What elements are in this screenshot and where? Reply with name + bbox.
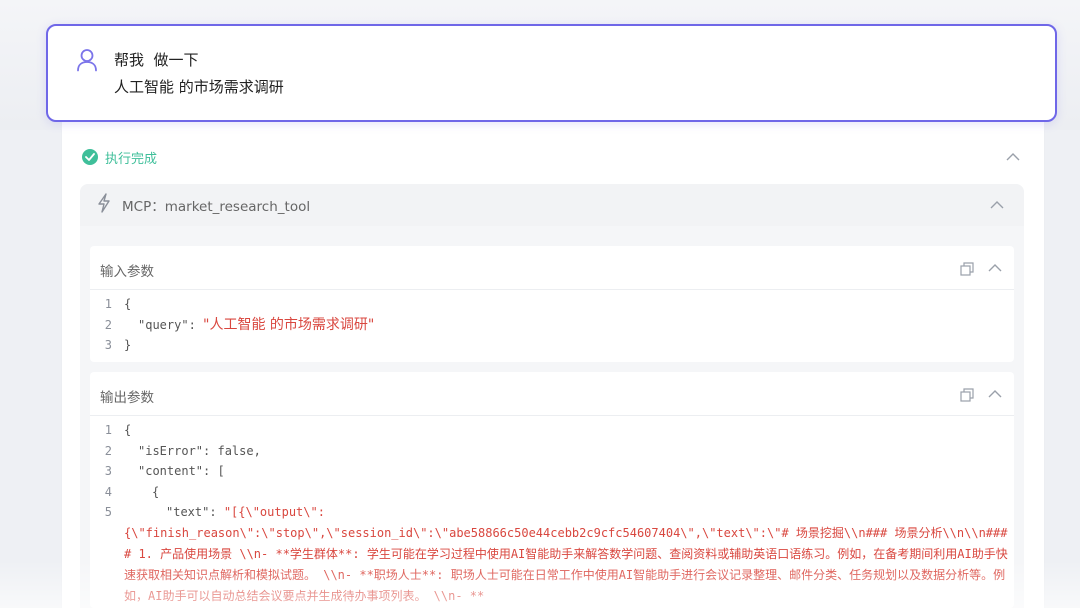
code-line: 1 {: [90, 294, 1014, 314]
json-key: "query": [138, 317, 189, 332]
code-line: 1 {: [90, 420, 1014, 440]
json-separator: :: [203, 464, 218, 478]
json-key: "content": [138, 464, 204, 478]
execution-status-row[interactable]: 执行完成: [80, 146, 1026, 170]
input-params-header[interactable]: 输入参数: [90, 246, 1014, 290]
chevron-up-icon[interactable]: [990, 200, 1004, 210]
line-number: 3: [104, 464, 112, 478]
line-number: 3: [104, 338, 112, 352]
prompt-text-line-2: 人工智能 的市场需求调研: [114, 78, 284, 96]
code-line: 2 "query": "人工智能 的市场需求调研": [90, 315, 1014, 335]
json-string-value: "人工智能 的市场需求调研": [203, 316, 375, 333]
line-number: 2: [104, 443, 112, 458]
user-icon: [77, 49, 97, 72]
json-value: false,: [217, 443, 261, 458]
line-number: 4: [104, 484, 112, 499]
code-text: "content": [: [138, 461, 225, 482]
code-text: "text": "[{\"output\":: [166, 502, 325, 523]
chevron-up-icon[interactable]: [988, 263, 1002, 273]
user-prompt-card[interactable]: 帮我 做一下 人工智能 的市场需求调研: [46, 24, 1057, 122]
output-params-section: 输出参数 1 { 2 "isError": false, 3 "content"…: [90, 372, 1014, 608]
tool-title: MCP：market_research_tool: [122, 199, 311, 215]
json-separator: :: [188, 317, 204, 332]
code-text: {: [124, 423, 132, 437]
tool-call-header[interactable]: MCP：market_research_tool: [80, 184, 1024, 226]
code-text: "isError": false,: [138, 441, 261, 462]
code-line: 4 {: [90, 482, 1014, 502]
json-value: [: [217, 464, 225, 478]
line-number: 1: [104, 423, 112, 437]
json-key: "text": [166, 505, 210, 519]
prompt-text-line-1: 帮我 做一下: [114, 51, 199, 69]
code-line: 3 }: [90, 335, 1014, 355]
line-number: 5: [104, 505, 112, 519]
code-text: {: [152, 484, 160, 499]
code-text: {: [124, 297, 132, 311]
copy-icon[interactable]: [960, 388, 974, 402]
check-circle-icon: [82, 149, 98, 165]
code-line: 2 "isError": false,: [90, 441, 1014, 461]
chevron-up-icon[interactable]: [1006, 152, 1020, 162]
code-line: 3 "content": [: [90, 461, 1014, 481]
status-text: 执行完成: [105, 152, 158, 167]
json-key: "isError": [138, 443, 204, 458]
copy-icon[interactable]: [960, 262, 974, 276]
output-params-header[interactable]: 输出参数: [90, 372, 1014, 416]
code-line: 5 "text": "[{\"output\":: [90, 502, 1014, 522]
code-text: "query": "人工智能 的市场需求调研": [138, 315, 374, 336]
json-separator: :: [209, 505, 224, 519]
line-number: 2: [104, 317, 112, 332]
line-number: 1: [104, 297, 112, 311]
input-params-title: 输入参数: [100, 264, 154, 280]
json-separator: :: [203, 443, 218, 458]
json-string-continuation: {\"finish_reason\":\"stop\",\"session_id…: [124, 525, 1008, 603]
input-params-section: 输入参数 1 { 2 "query": "人工智能 的市场需求调研" 3 }: [90, 246, 1014, 362]
output-params-title: 输出参数: [100, 390, 154, 406]
json-string-value: "[{\"output\":: [223, 505, 325, 519]
code-text: }: [124, 338, 132, 352]
bolt-icon: [98, 193, 110, 213]
chevron-up-icon[interactable]: [988, 389, 1002, 399]
